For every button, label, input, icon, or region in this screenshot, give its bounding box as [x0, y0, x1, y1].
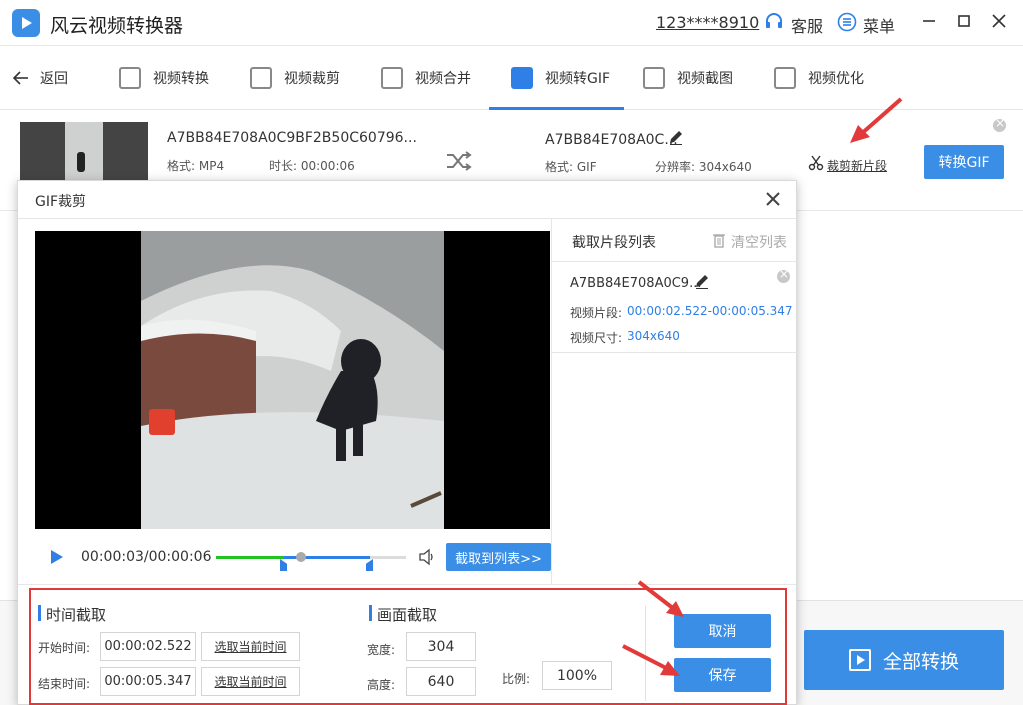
convert-all-label: 全部转换 [882, 650, 959, 673]
clip-segment-value: 00:00:02.522-00:00:05.347 [627, 304, 793, 318]
output-format: 格式: GIF [545, 160, 597, 174]
maximize-icon[interactable] [953, 10, 975, 32]
end-time-field[interactable]: 00:00:05.347 [100, 667, 196, 696]
clip-list-item[interactable]: A7BB84E708A0C9... 视频片段: 00:00:02.522-00:… [552, 261, 797, 353]
section-marker [38, 605, 41, 621]
close-icon[interactable] [764, 190, 782, 208]
optimize-icon [774, 67, 796, 89]
minimize-icon[interactable] [918, 10, 940, 32]
back-label: 返回 [40, 71, 68, 87]
screenshot-icon [643, 67, 665, 89]
pick-end-time-button[interactable]: 选取当前时间 [201, 667, 300, 696]
red-arrow-icon [637, 580, 684, 617]
video-crop-icon [250, 67, 272, 89]
red-arrow-icon [622, 644, 680, 676]
source-duration: 时长: 00:00:06 [269, 159, 355, 173]
section-marker [369, 605, 372, 621]
tab-label: 视频裁剪 [284, 71, 340, 87]
clip-new-segment-link[interactable]: 裁剪新片段 [827, 157, 887, 174]
remove-file-icon[interactable] [993, 116, 1006, 132]
play-icon [848, 649, 871, 671]
selection-start-handle[interactable] [280, 559, 287, 571]
video-convert-icon [119, 67, 141, 89]
red-arrow-icon [850, 97, 903, 143]
tab-label: 视频截图 [677, 71, 733, 87]
app-logo-icon [12, 9, 40, 37]
clear-list-button[interactable]: 清空列表 [731, 232, 787, 252]
convert-all-button[interactable]: 全部转换 [804, 630, 1004, 690]
source-format: 格式: MP4 [167, 159, 225, 173]
save-button[interactable]: 保存 [674, 658, 771, 692]
timeline-played [216, 556, 288, 559]
tab-label: 视频转换 [153, 71, 209, 87]
timeline-playhead[interactable] [296, 552, 306, 562]
app-title: 风云视频转换器 [50, 15, 184, 37]
video-merge-icon [381, 67, 403, 89]
image-section-title: 画面截取 [377, 606, 438, 624]
menu-button[interactable]: 菜单 [863, 13, 895, 37]
start-time-label: 开始时间: [38, 641, 91, 655]
tab-label: 视频优化 [808, 71, 864, 87]
service-button[interactable]: 客服 [791, 13, 823, 37]
trash-icon[interactable] [712, 232, 726, 248]
remove-clip-icon[interactable] [777, 267, 790, 283]
close-icon[interactable] [988, 10, 1010, 32]
height-field[interactable]: 640 [406, 667, 476, 696]
tab-video-convert[interactable]: 视频转换 [119, 46, 209, 110]
video-frame-image [141, 231, 444, 529]
volume-icon[interactable] [418, 548, 436, 566]
height-label: 高度: [367, 678, 396, 692]
time-section-title: 时间截取 [46, 606, 107, 624]
tab-label: 视频合并 [415, 71, 471, 87]
gif-crop-dialog: GIF裁剪 00:00:03/00:00:06 截取到列表>> 截取片段列表 清… [17, 180, 797, 705]
gif-icon [511, 67, 533, 89]
clip-size-label: 视频尺寸: [570, 331, 623, 345]
arrow-left-icon [12, 71, 28, 85]
selection-end-handle[interactable] [366, 559, 373, 571]
tab-label: 视频转GIF [545, 71, 611, 87]
tab-video-to-gif[interactable]: 视频转GIF [488, 46, 625, 110]
source-file-name: A7BB84E708A0C9BF2B50C60796... [167, 130, 417, 146]
play-icon[interactable] [51, 550, 63, 564]
clip-size-value: 304x640 [627, 329, 680, 343]
output-file-name: A7BB84E708A0C... [545, 132, 678, 148]
width-field[interactable]: 304 [406, 632, 476, 661]
convert-gif-button[interactable]: 转换GIF [924, 145, 1004, 179]
back-button[interactable]: 返回 [12, 46, 68, 110]
headset-icon[interactable] [764, 12, 784, 32]
tab-video-merge[interactable]: 视频合并 [381, 46, 471, 110]
shuffle-icon [447, 151, 472, 171]
tab-video-screenshot[interactable]: 视频截图 [643, 46, 733, 110]
account-link[interactable]: 123****8910 [656, 13, 759, 32]
pencil-icon[interactable] [668, 129, 684, 145]
output-resolution: 分辨率: 304x640 [655, 160, 752, 174]
scissors-icon[interactable] [808, 155, 824, 171]
tab-video-crop[interactable]: 视频裁剪 [250, 46, 340, 110]
cancel-button[interactable]: 取消 [674, 614, 771, 648]
time-display: 00:00:03/00:00:06 [81, 549, 212, 565]
dialog-header [18, 181, 796, 219]
pencil-icon[interactable] [694, 273, 710, 289]
width-label: 宽度: [367, 643, 396, 657]
dialog-title: GIF裁剪 [35, 194, 87, 210]
video-preview[interactable] [35, 231, 550, 529]
pick-start-time-button[interactable]: 选取当前时间 [201, 632, 300, 661]
clip-segment-label: 视频片段: [570, 306, 623, 320]
ratio-field[interactable]: 100% [542, 661, 612, 690]
clips-panel: 截取片段列表 清空列表 A7BB84E708A0C9... 视频片段: 00:0… [551, 219, 797, 585]
clips-title: 截取片段列表 [572, 235, 656, 251]
end-time-label: 结束时间: [38, 677, 91, 691]
ratio-label: 比例: [502, 672, 531, 686]
start-time-field[interactable]: 00:00:02.522 [100, 632, 196, 661]
capture-to-list-button[interactable]: 截取到列表>> [446, 543, 551, 571]
menu-icon[interactable] [837, 12, 857, 32]
clip-name: A7BB84E708A0C9... [570, 276, 702, 291]
